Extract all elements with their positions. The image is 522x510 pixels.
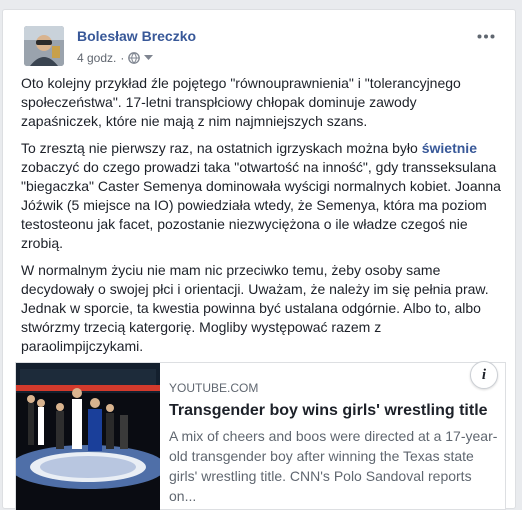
post-body: Oto kolejny przykład źle pojętego "równo…	[21, 74, 501, 364]
info-icon[interactable]: i	[470, 361, 498, 389]
post-paragraph: To zresztą nie pierwszy raz, na ostatnic…	[21, 139, 501, 253]
post-meta: 4 godz. ·	[77, 51, 154, 65]
author-name[interactable]: Bolesław Breczko	[77, 28, 196, 44]
globe-icon[interactable]	[128, 52, 141, 64]
post-paragraph: Oto kolejny przykład źle pojętego "równo…	[21, 75, 461, 129]
inline-link[interactable]: świetnie	[422, 140, 477, 156]
avatar[interactable]	[24, 26, 64, 66]
post-card: Bolesław Breczko 4 godz. · Oto kolejny p…	[2, 9, 516, 510]
post-time[interactable]: 4 godz.	[77, 51, 116, 65]
chevron-down-icon[interactable]	[144, 55, 154, 61]
preview-description: A mix of cheers and boos were directed a…	[169, 428, 498, 504]
more-icon[interactable]	[477, 26, 495, 44]
preview-title[interactable]: Transgender boy wins girls' wrestling ti…	[169, 401, 499, 421]
separator: ·	[120, 51, 125, 65]
post-paragraph: W normalnym życiu nie mam nic przeciwko …	[21, 262, 489, 354]
preview-thumbnail[interactable]	[16, 363, 160, 510]
text-segment: To zresztą nie pierwszy raz, na ostatnic…	[21, 140, 422, 156]
text-segment: zobaczyć do czego prowadzi taka "otwarto…	[21, 159, 501, 251]
preview-domain: YOUTUBE.COM	[169, 381, 259, 395]
link-preview[interactable]: YOUTUBE.COM Transgender boy wins girls' …	[15, 361, 506, 510]
avatar-image	[24, 26, 64, 66]
